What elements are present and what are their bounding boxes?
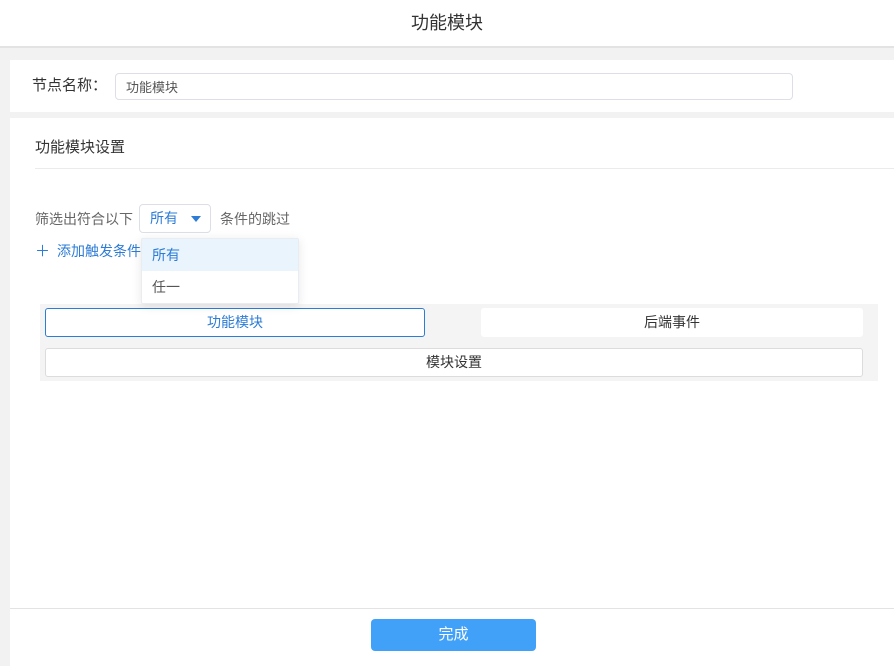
plus-icon: ＋ — [35, 240, 50, 261]
section-divider — [35, 168, 894, 169]
tab-backend-event[interactable]: 后端事件 — [481, 308, 863, 337]
condition-match-selected-value: 所有 — [150, 205, 178, 232]
dropdown-option-any[interactable]: 任一 — [142, 271, 298, 303]
filter-prefix-text: 筛选出符合以下 — [35, 209, 133, 229]
footer-divider — [10, 608, 894, 609]
add-trigger-condition-link[interactable]: ＋ 添加触发条件 — [35, 240, 141, 261]
dropdown-option-all[interactable]: 所有 — [142, 239, 298, 271]
settings-panel: 功能模块设置 筛选出符合以下 所有 条件的跳过 ＋ 添加触发条件 所有 任一 功… — [10, 118, 894, 666]
node-name-label: 节点名称： — [32, 60, 107, 112]
dialog-header: 功能模块 — [0, 0, 894, 48]
add-trigger-condition-label: 添加触发条件 — [57, 241, 141, 261]
module-config-dialog: 功能模块 节点名称： 功能模块设置 筛选出符合以下 所有 条件的跳过 ＋ 添加触… — [0, 0, 894, 666]
settings-section-title: 功能模块设置 — [35, 136, 125, 157]
condition-match-select[interactable]: 所有 — [139, 204, 211, 233]
module-settings-button[interactable]: 模块设置 — [45, 348, 863, 377]
node-name-panel: 节点名称： — [10, 60, 894, 112]
dialog-title: 功能模块 — [0, 0, 894, 48]
tab-function-module[interactable]: 功能模块 — [45, 308, 425, 337]
done-button[interactable]: 完成 — [371, 619, 536, 651]
filter-condition-row: 筛选出符合以下 所有 条件的跳过 — [35, 204, 290, 233]
module-type-tabs: 功能模块 后端事件 模块设置 — [40, 304, 878, 381]
node-name-input[interactable] — [115, 73, 793, 100]
chevron-down-icon — [191, 216, 201, 222]
filter-suffix-text: 条件的跳过 — [220, 209, 290, 229]
condition-match-dropdown: 所有 任一 — [141, 238, 299, 304]
